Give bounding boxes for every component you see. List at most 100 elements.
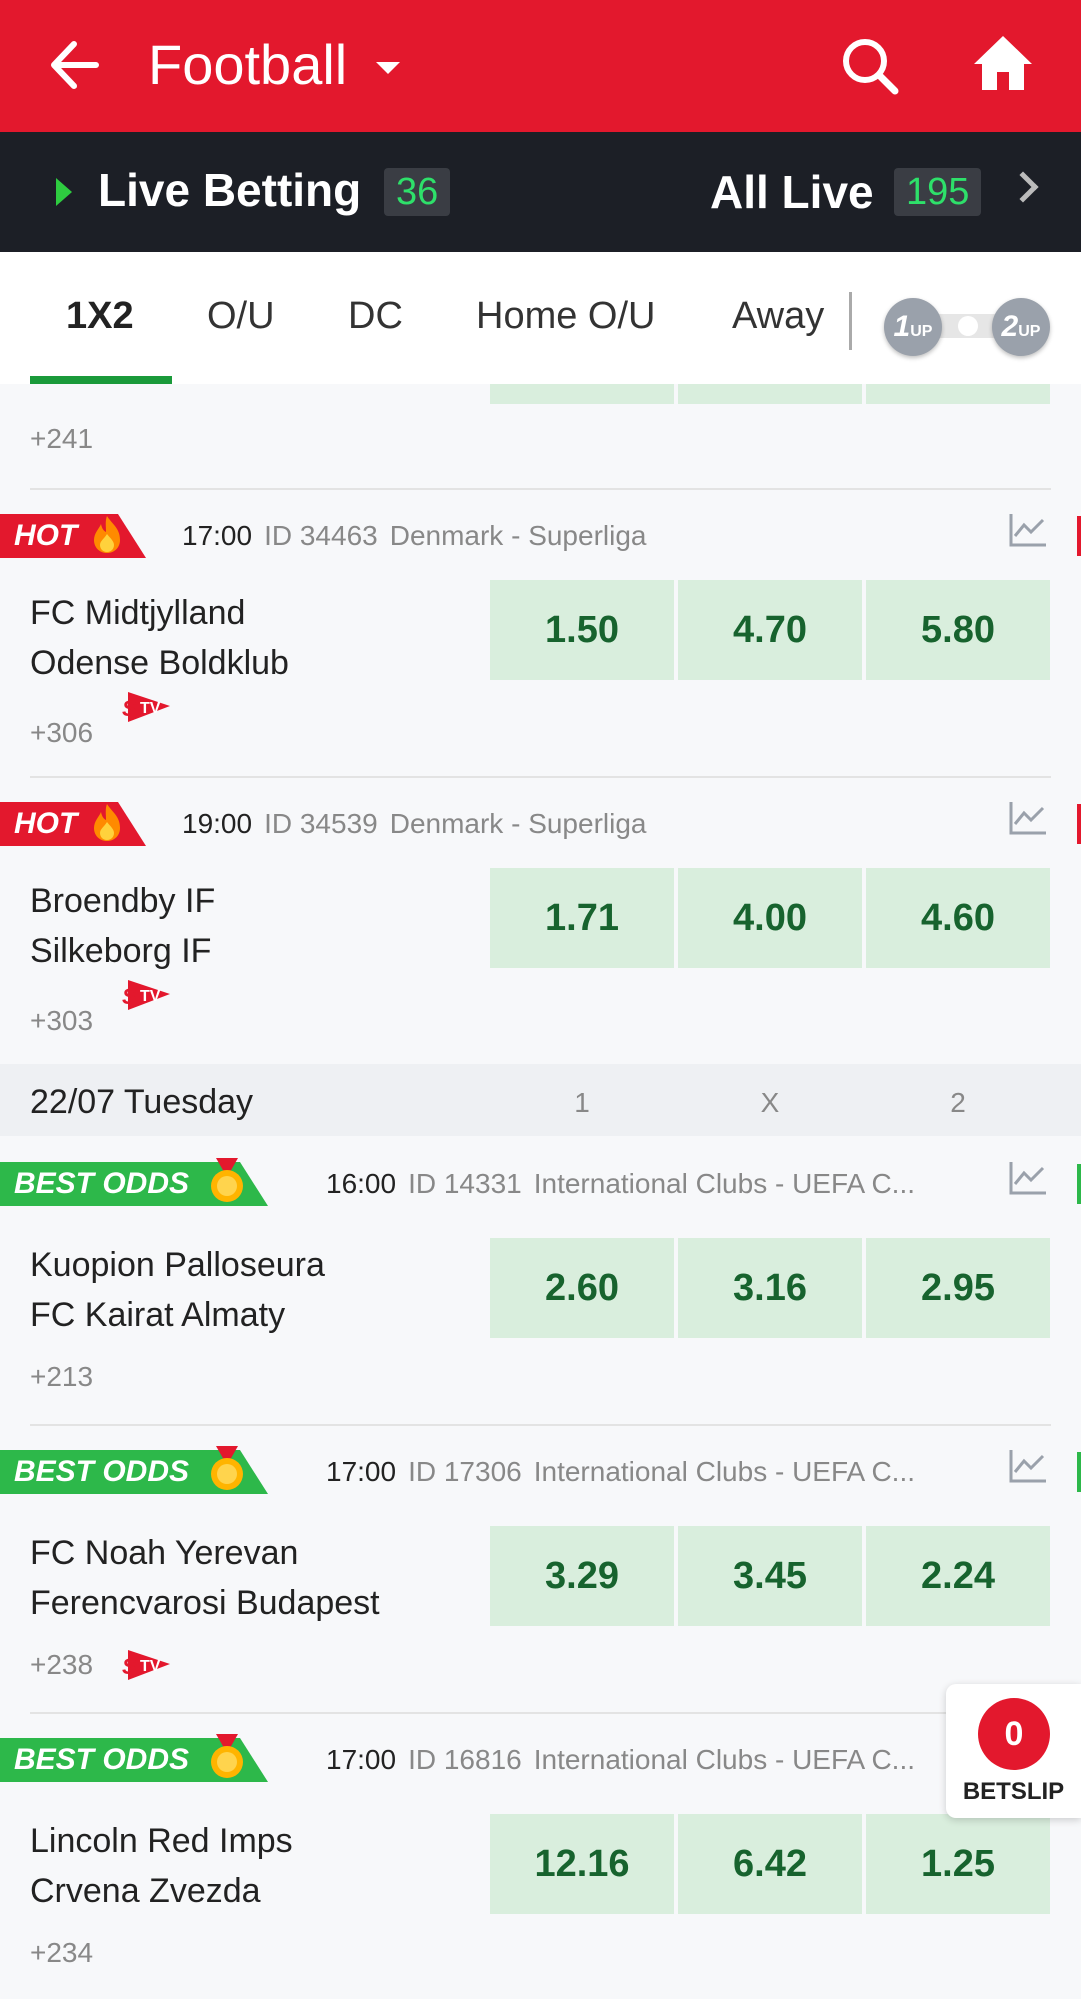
divider [30, 776, 1051, 778]
market-tabs: 1X2 O/U DC Home O/U Away 1UP 2UP [0, 252, 1081, 384]
odds-button-draw[interactable]: 6.42 [678, 1814, 862, 1914]
odds-button-partial[interactable] [866, 384, 1050, 404]
betslip-count: 0 [978, 1698, 1050, 1770]
odds-button-draw[interactable]: 3.16 [678, 1238, 862, 1338]
stats-chart-icon[interactable] [1008, 512, 1048, 548]
odds-button-home[interactable]: 12.16 [490, 1814, 674, 1914]
home-team: FC Noah Yerevan [30, 1534, 299, 1572]
match-card: BEST ODDS 16:00 ID 14331 International Clu… [0, 1142, 1081, 1430]
svg-text:TV: TV [140, 700, 161, 717]
more-markets-link[interactable]: +306 [30, 716, 93, 750]
live-betting-bar: Live Betting 36 All Live 195 [0, 132, 1081, 252]
search-icon[interactable] [840, 36, 900, 96]
odds-button-away[interactable]: 2.24 [866, 1526, 1050, 1626]
date-label: 22/07 Tuesday [30, 1083, 254, 1121]
more-markets-link[interactable]: +213 [30, 1360, 93, 1394]
best-odds-badge: BEST ODDS [0, 1158, 268, 1206]
play-icon [56, 178, 72, 206]
column-header-1: 1 [574, 1087, 590, 1118]
svg-text:S: S [122, 696, 137, 721]
odds-button-away[interactable]: 4.60 [866, 868, 1050, 968]
svg-text:S: S [122, 1654, 137, 1679]
match-info: 19:00 ID 34539 Denmark - Superliga [182, 808, 647, 839]
betslip-label: BETSLIP [962, 1778, 1065, 1805]
odds-button-home[interactable]: 1.50 [490, 580, 674, 680]
edge-marker [1077, 1164, 1081, 1204]
match-card: BEST ODDS 17:00 ID 16816 International Clu… [0, 1718, 1081, 1999]
odds-button-draw[interactable]: 4.70 [678, 580, 862, 680]
edge-marker [1077, 804, 1081, 844]
svg-text:TV: TV [140, 988, 161, 1005]
best-odds-badge: BEST ODDS [0, 1734, 268, 1782]
toggle-1up[interactable]: 1UP [884, 298, 942, 356]
odds-button-away[interactable]: 2.95 [866, 1238, 1050, 1338]
match-info: 17:00 ID 34463 Denmark - Superliga [182, 520, 647, 551]
home-icon[interactable] [972, 32, 1034, 94]
svg-text:S: S [122, 984, 137, 1009]
stats-chart-icon[interactable] [1008, 1160, 1048, 1196]
odds-button-home[interactable]: 1.71 [490, 868, 674, 968]
svg-text:TV: TV [140, 1658, 161, 1675]
match-info: 16:00 ID 14331 International Clubs - UEFA … [326, 1168, 915, 1199]
divider [30, 1712, 1051, 1714]
edge-marker [1077, 516, 1081, 556]
all-live-link[interactable]: All Live [710, 164, 874, 220]
toggle-dot [958, 316, 978, 336]
arrow-left-icon[interactable] [44, 36, 102, 94]
stv-icon[interactable]: S TV [118, 686, 176, 726]
home-team: FC Midtjylland [30, 594, 246, 632]
best-odds-badge: BEST ODDS [0, 1446, 268, 1494]
odds-button-draw[interactable]: 3.45 [678, 1526, 862, 1626]
match-info: 17:00 ID 17306 International Clubs - UEFA … [326, 1456, 915, 1487]
match-card: BEST ODDS 17:00 ID 17306 International Clu… [0, 1430, 1081, 1718]
hot-badge: HOT [0, 514, 146, 558]
away-team: FC Kairat Almaty [30, 1296, 286, 1334]
stats-chart-icon[interactable] [1008, 1448, 1048, 1484]
tab-double-chance[interactable]: DC [348, 292, 403, 340]
home-team: Broendby IF [30, 882, 216, 920]
betslip-button[interactable]: 0 BETSLIP [946, 1684, 1081, 1818]
odds-button-partial[interactable] [678, 384, 862, 404]
page-title[interactable]: Football [148, 30, 347, 100]
toggle-2up[interactable]: 2UP [992, 298, 1050, 356]
live-betting-link[interactable]: Live Betting [98, 162, 361, 218]
more-markets-link[interactable]: +303 [30, 1004, 93, 1038]
chevron-down-icon[interactable] [376, 62, 400, 74]
away-team: Silkeborg IF [30, 932, 212, 970]
tab-over-under[interactable]: O/U [207, 292, 275, 340]
edge-marker [1077, 1452, 1081, 1492]
odds-button-home[interactable]: 3.29 [490, 1526, 674, 1626]
stv-icon[interactable]: S TV [118, 974, 176, 1014]
live-count-badge: 36 [384, 168, 451, 216]
medal-icon [211, 1158, 243, 1202]
tab-home-over-under[interactable]: Home O/U [476, 292, 655, 340]
odds-button-partial[interactable] [490, 384, 674, 404]
divider [30, 1424, 1051, 1426]
match-info: 17:00 ID 16816 International Clubs - UEFA … [326, 1744, 915, 1775]
active-tab-indicator [30, 376, 172, 384]
odds-button-draw[interactable]: 4.00 [678, 868, 862, 968]
home-team: Lincoln Red Imps [30, 1822, 293, 1860]
divider [30, 488, 1051, 490]
tab-away[interactable]: Away [732, 292, 824, 340]
odds-button-home[interactable]: 2.60 [490, 1238, 674, 1338]
home-team: Kuopion Palloseura [30, 1246, 325, 1284]
all-live-count-badge: 195 [894, 168, 982, 216]
top-bar: Football [0, 0, 1081, 132]
more-markets-link[interactable]: +238 [30, 1648, 93, 1682]
stats-chart-icon[interactable] [1008, 800, 1048, 836]
stv-icon[interactable]: S TV [118, 1644, 176, 1684]
odds-button-away[interactable]: 5.80 [866, 580, 1050, 680]
date-header: 22/07 Tuesday 1 X 2 [0, 1064, 1081, 1136]
early-payout-toggle[interactable]: 1UP 2UP [884, 298, 1050, 356]
more-markets-link[interactable]: +241 [30, 422, 93, 456]
hot-badge: HOT [0, 802, 146, 846]
odds-button-away[interactable]: 1.25 [866, 1814, 1050, 1914]
flame-icon [94, 804, 120, 841]
more-markets-link[interactable]: +234 [30, 1936, 93, 1970]
chevron-right-icon[interactable] [1007, 171, 1039, 203]
medal-icon [211, 1446, 243, 1490]
column-header-x: X [760, 1087, 780, 1118]
column-header-2: 2 [950, 1087, 966, 1118]
tab-1x2[interactable]: 1X2 [66, 292, 134, 340]
